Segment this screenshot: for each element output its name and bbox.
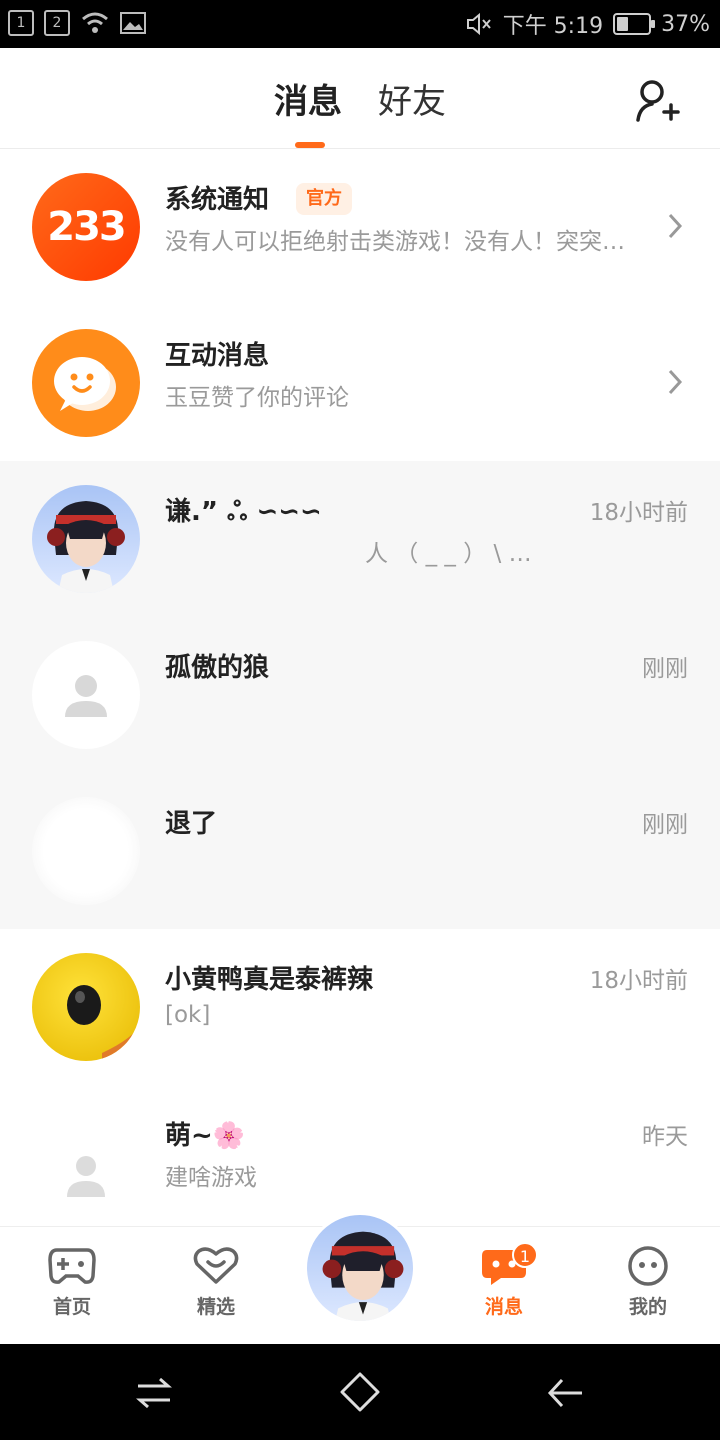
avatar xyxy=(32,797,140,905)
conversation-name: 萌~🌸 xyxy=(165,1121,246,1151)
chevron-right-icon xyxy=(668,369,683,395)
chevron-right-icon xyxy=(668,213,683,239)
battery-fill xyxy=(617,17,629,31)
system-avatar-text: 233 xyxy=(47,204,126,250)
nav-messages-label: 消息 xyxy=(484,1296,523,1318)
mute-icon xyxy=(466,12,491,36)
conversation-time: 刚刚 xyxy=(642,812,688,838)
nav-featured[interactable]: 精选 xyxy=(176,1246,256,1319)
duck-icon xyxy=(67,985,140,1061)
list-item[interactable]: 孤傲的狼 刚刚 xyxy=(0,617,720,773)
list-item[interactable]: 谦.” ஃ ∽∽∽ 人 （ _ _ ） \ … 18小时前 xyxy=(0,461,720,617)
nav-featured-label: 精选 xyxy=(196,1296,235,1318)
sim2-icon: 2 xyxy=(44,10,70,36)
heart-icon xyxy=(193,1247,239,1284)
list-item[interactable]: 互动消息 玉豆赞了你的评论 xyxy=(0,305,720,461)
home-icon[interactable] xyxy=(338,1370,382,1414)
tab-friends[interactable]: 好友 xyxy=(378,74,446,123)
nav-mine[interactable]: 我的 xyxy=(608,1246,688,1319)
anime-avatar-icon xyxy=(47,501,125,593)
tab-messages[interactable]: 消息 xyxy=(274,74,342,123)
list-item[interactable]: 233 系统通知 官方 没有人可以拒绝射击类游戏！没有人！突突… xyxy=(0,149,720,305)
face-icon xyxy=(628,1246,668,1286)
battery-percent: 37% xyxy=(661,11,710,37)
conversation-name: 小黄鸭真是泰裤辣 xyxy=(165,965,374,995)
nav-home[interactable]: 首页 xyxy=(32,1246,112,1319)
conversation-name: 互动消息 xyxy=(165,341,270,371)
list-item[interactable]: 退了 刚刚 xyxy=(0,773,720,929)
unread-badge: 1 xyxy=(512,1242,538,1268)
status-bar-left: 1 2 xyxy=(8,10,146,36)
system-avatar: 233 xyxy=(32,173,140,281)
avatar xyxy=(32,1109,140,1217)
status-bar-right: 下午 5:19 37% xyxy=(465,8,710,40)
official-badge: 官方 xyxy=(296,183,352,215)
conversation-time: 18小时前 xyxy=(589,968,688,994)
active-tab-indicator xyxy=(295,142,325,148)
conversation-preview: 没有人可以拒绝射击类游戏！没有人！突突… xyxy=(165,229,625,255)
conversation-name: 孤傲的狼 xyxy=(165,653,270,683)
wifi-icon xyxy=(82,12,108,33)
system-nav-bar xyxy=(0,1344,720,1440)
center-avatar-button[interactable] xyxy=(304,1212,416,1324)
switch-apps-icon[interactable] xyxy=(134,1374,174,1412)
conversation-time: 刚刚 xyxy=(642,656,688,682)
top-header: 消息 好友 xyxy=(0,48,720,149)
default-user-icon xyxy=(65,675,107,717)
default-user-icon xyxy=(67,1156,105,1197)
conversation-preview: 建啥游戏 xyxy=(165,1165,257,1191)
conversation-time: 18小时前 xyxy=(589,500,688,526)
conversation-preview: 玉豆赞了你的评论 xyxy=(165,385,349,411)
nav-mine-label: 我的 xyxy=(628,1296,667,1318)
back-icon[interactable] xyxy=(546,1374,586,1412)
conversation-name: 谦.” ஃ ∽∽∽ xyxy=(165,497,322,527)
duck-avatar xyxy=(32,953,140,1061)
conversation-name: 退了 xyxy=(165,809,218,839)
clock: 下午 5:19 xyxy=(502,14,604,39)
nav-home-label: 首页 xyxy=(52,1296,91,1318)
conversation-preview: 人 （ _ _ ） \ … xyxy=(365,541,532,567)
add-user-icon[interactable] xyxy=(632,76,682,126)
conversation-name: 系统通知 xyxy=(165,185,270,215)
image-icon xyxy=(120,12,146,34)
avatar xyxy=(32,485,140,593)
sim1-icon: 1 xyxy=(8,10,34,36)
list-item[interactable]: 小黄鸭真是泰裤辣 [ok] 18小时前 xyxy=(0,929,720,1085)
status-bar: 1 2 下午 5:19 37% xyxy=(0,0,720,48)
gamepad-icon xyxy=(48,1248,96,1284)
battery-icon xyxy=(613,13,656,35)
avatar xyxy=(32,641,140,749)
chat-bubble-icon xyxy=(54,357,116,411)
interaction-avatar xyxy=(32,329,140,437)
conversation-time: 昨天 xyxy=(642,1124,688,1150)
conversation-preview: [ok] xyxy=(165,1002,211,1028)
